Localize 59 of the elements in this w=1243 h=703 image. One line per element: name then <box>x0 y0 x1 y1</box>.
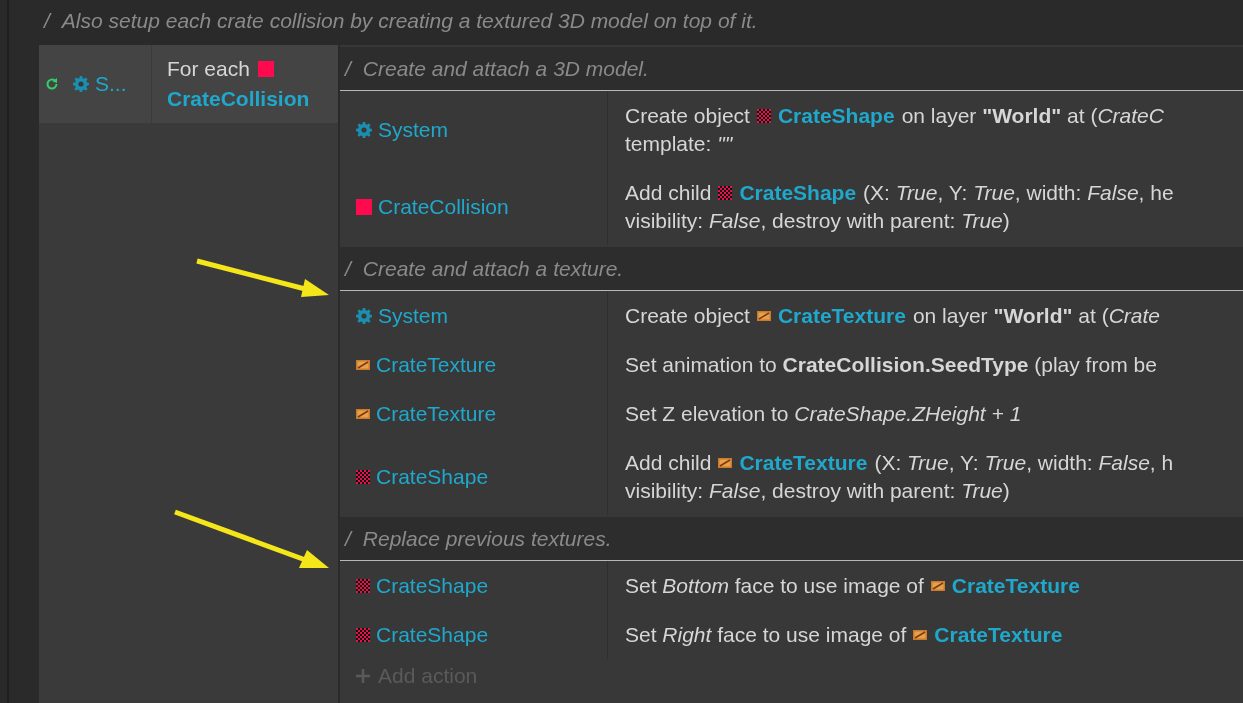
object-name: CrateShape <box>739 179 857 206</box>
object-name: CrateTexture <box>739 449 868 476</box>
checker-icon <box>356 578 370 593</box>
action-text: template: "" <box>625 130 733 157</box>
action-text: Create object <box>625 302 750 329</box>
gear-icon <box>356 307 372 324</box>
texture-icon <box>756 310 771 321</box>
texture-icon <box>718 457 733 468</box>
comment-text: Replace previous textures. <box>362 525 612 552</box>
object-name: CrateTexture <box>951 572 1080 599</box>
comment-marker: / <box>44 8 50 35</box>
texture-icon <box>913 629 928 640</box>
object-name: S... <box>95 71 127 98</box>
texture-icon <box>356 359 370 370</box>
checker-icon <box>718 185 733 200</box>
object-name: CrateTexture <box>777 302 906 329</box>
action-text: visibility: False, destroy with parent: True) <box>625 477 1010 504</box>
object-name[interactable]: System <box>378 299 448 332</box>
object-name[interactable]: CrateTexture <box>376 348 497 381</box>
action-text: (X: True, Y: True, width: False, he <box>863 179 1174 206</box>
texture-icon <box>930 580 945 591</box>
comment-marker: / <box>345 55 351 82</box>
object-name[interactable]: CrateShape <box>376 618 489 651</box>
action-text: (X: True, Y: True, width: False, h <box>874 449 1174 476</box>
gear-icon <box>73 76 89 92</box>
object-name[interactable]: CrateShape <box>376 460 489 493</box>
square-icon <box>356 198 372 215</box>
object-name[interactable]: CrateTexture <box>376 397 497 430</box>
action-text: Add child <box>625 179 712 206</box>
action-text: Set animation to CrateCollision.SeedType (play from be <box>625 351 1157 378</box>
condition-row[interactable]: S... For each CrateCollision <box>39 45 338 123</box>
comment-text: Create and attach a 3D model. <box>362 55 649 82</box>
condition-text: For each <box>167 56 250 82</box>
comment-marker: / <box>345 255 351 282</box>
action-text: Set Z elevation to CrateShape.ZHeight + 1 <box>625 400 1022 427</box>
checker-icon <box>756 108 771 123</box>
action-text: Add child <box>625 449 712 476</box>
comment-text: Also setup each crate collision by creating a textured 3D model on top of it. <box>61 8 758 35</box>
action-text: Set Right face to use image of <box>625 621 907 648</box>
action-text: on layer "World" at (Crate <box>912 302 1161 329</box>
object-name[interactable]: CrateShape <box>376 569 489 602</box>
square-icon <box>257 61 274 77</box>
action-text: Create object <box>625 102 750 129</box>
comment-marker: / <box>345 525 351 552</box>
action-text: on layer "World" at (CrateC <box>901 102 1164 129</box>
plus-icon <box>356 669 370 683</box>
checker-icon <box>356 469 370 484</box>
action-text: visibility: False, destroy with parent: True) <box>625 207 1010 234</box>
texture-icon <box>356 408 370 419</box>
comment-text: Create and attach a texture. <box>362 255 624 282</box>
gear-icon <box>356 121 372 138</box>
object-name: CrateTexture <box>934 621 1063 648</box>
refresh-icon <box>45 77 59 91</box>
checker-icon <box>356 627 370 642</box>
object-name: CrateShape <box>777 102 895 129</box>
object-name[interactable]: System <box>378 113 448 146</box>
object-name: CrateCollision <box>167 86 310 112</box>
action-text: Set Bottom face to use image of <box>625 572 924 599</box>
object-name[interactable]: CrateCollision <box>378 190 509 223</box>
